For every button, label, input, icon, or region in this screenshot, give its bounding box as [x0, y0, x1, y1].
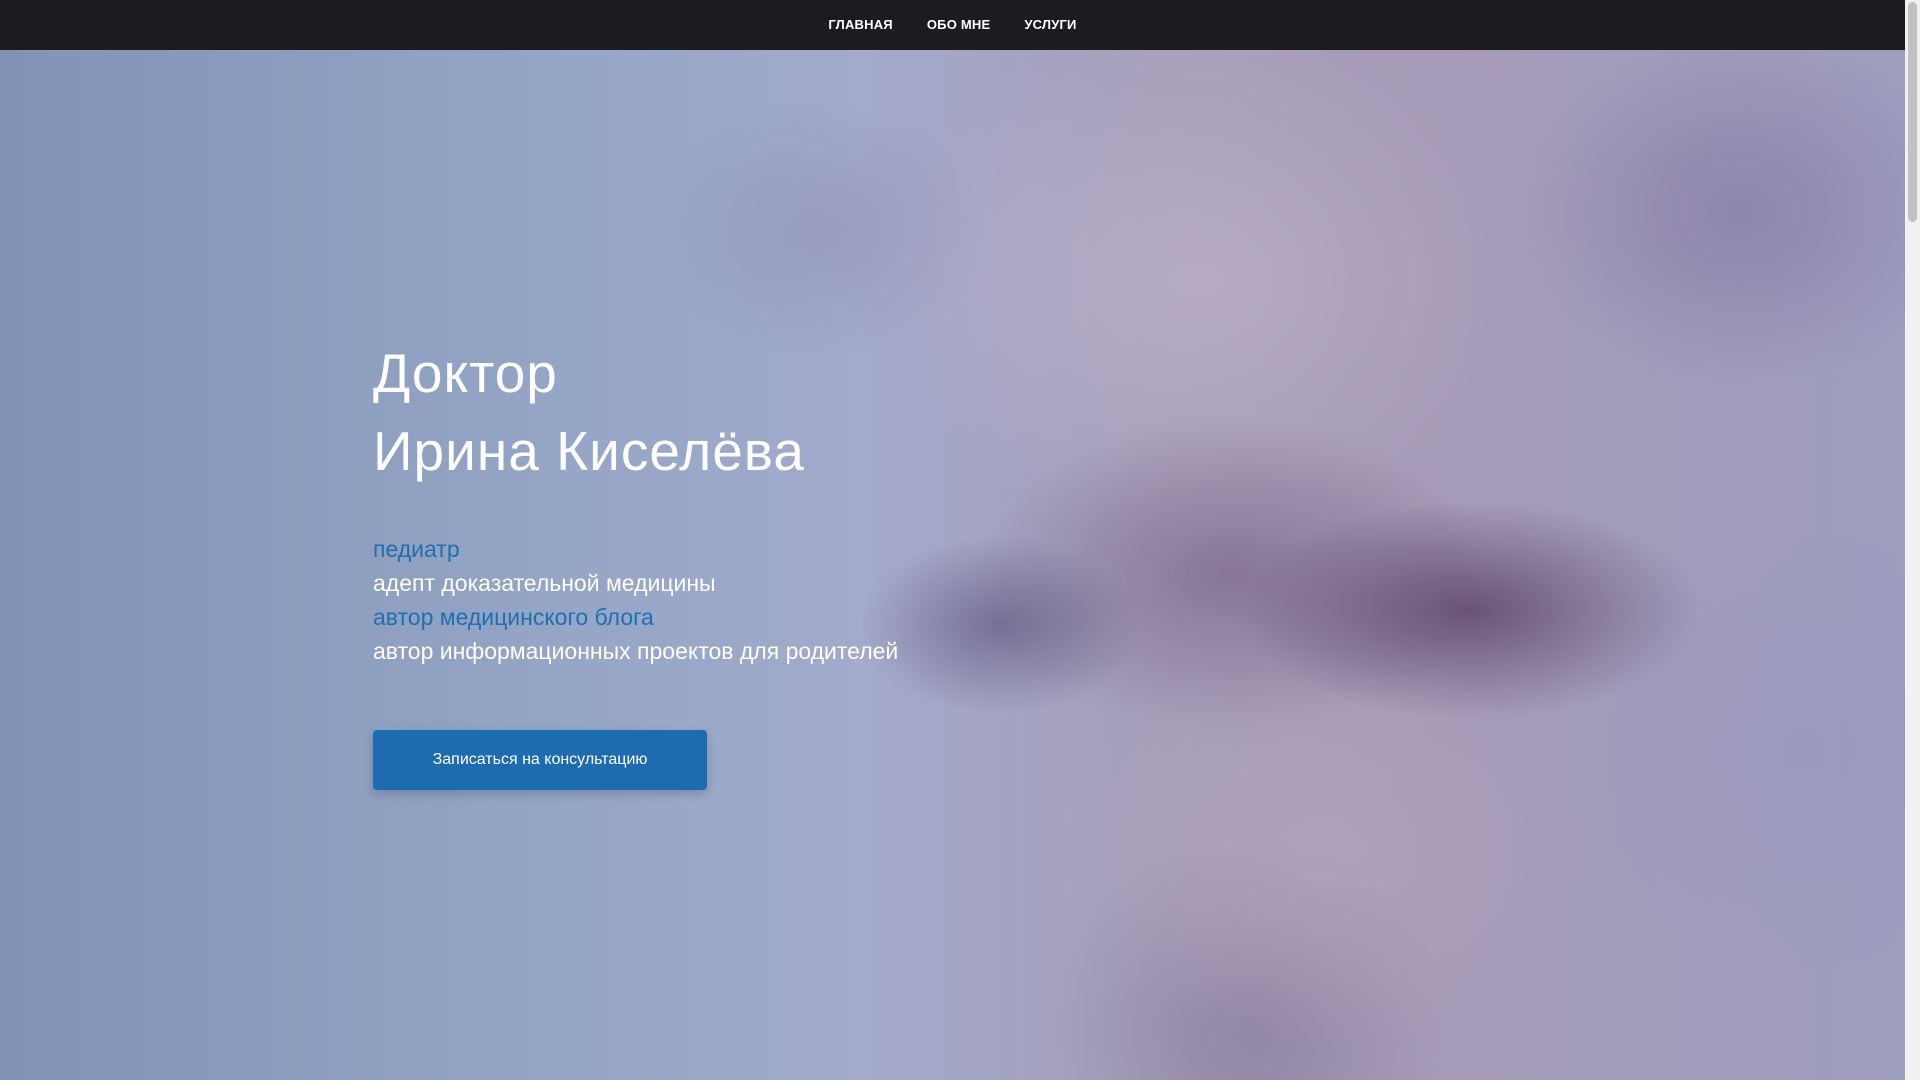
nav-item-services[interactable]: УСЛУГИ — [1007, 17, 1093, 32]
hero-title-line-2: Ирина Киселёва — [373, 420, 805, 482]
top-navbar: ГЛАВНАЯ ОБО МНЕ УСЛУГИ — [0, 0, 1905, 50]
book-consultation-button[interactable]: Записаться на консультацию — [373, 730, 707, 790]
role-item-projects-author: автор информационных проектов для родите… — [373, 638, 899, 664]
role-item-evidence-based: адепт доказательной медицины — [373, 570, 716, 596]
role-item-blog-author: автор медицинского блога — [373, 604, 654, 630]
nav-item-home[interactable]: ГЛАВНАЯ — [811, 17, 909, 32]
hero-section: Доктор Ирина Киселёва педиатр адепт дока… — [0, 50, 1905, 1080]
role-item-pediatrician: педиатр — [373, 536, 460, 562]
scrollbar-thumb[interactable] — [1908, 2, 1917, 222]
hero-title-line-1: Доктор — [373, 342, 558, 404]
page: ГЛАВНАЯ ОБО МНЕ УСЛУГИ Доктор Ирина Кисе… — [0, 0, 1920, 1080]
page-scrollbar[interactable] — [1905, 0, 1920, 1080]
hero-title: Доктор Ирина Киселёва — [373, 334, 1073, 490]
roles-list: педиатр адепт доказательной медицины авт… — [373, 532, 1073, 668]
nav-item-about[interactable]: ОБО МНЕ — [910, 17, 1007, 32]
hero-content: Доктор Ирина Киселёва педиатр адепт дока… — [373, 334, 1073, 790]
nav-menu: ГЛАВНАЯ ОБО МНЕ УСЛУГИ — [811, 0, 1093, 50]
